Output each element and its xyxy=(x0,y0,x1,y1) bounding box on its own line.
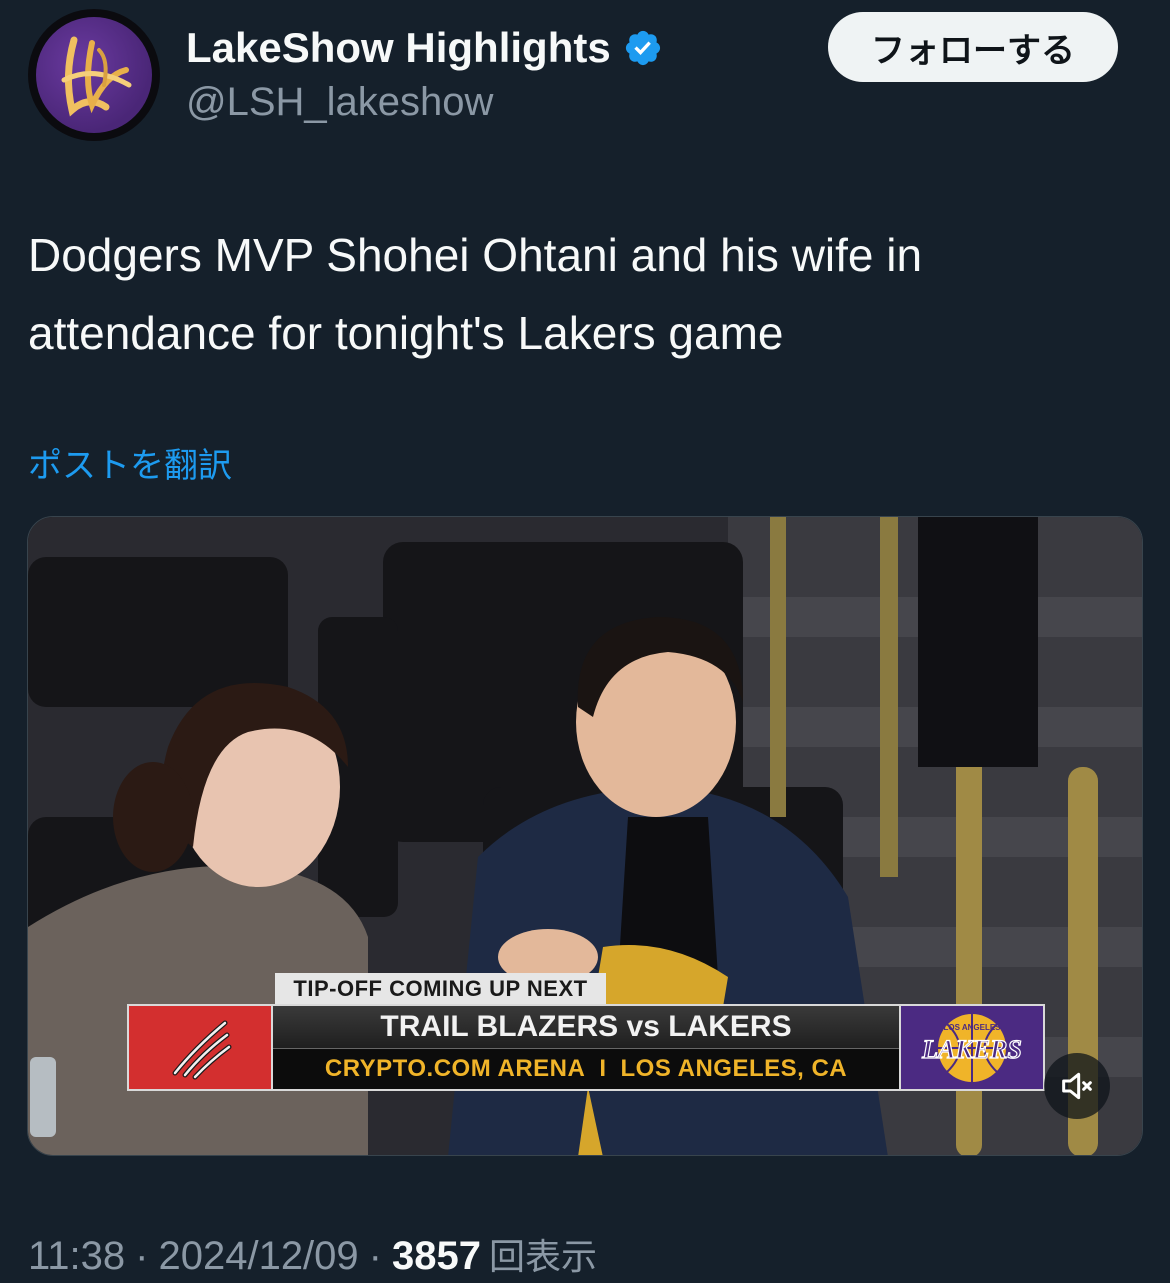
arena-location: LOS ANGELES, CA xyxy=(620,1055,848,1083)
post-date[interactable]: 2024/12/09 xyxy=(158,1234,358,1279)
user-handle[interactable]: @LSH_lakeshow xyxy=(186,80,493,125)
verified-badge-icon xyxy=(625,30,660,66)
arena-name: CRYPTO.COM ARENA xyxy=(324,1055,586,1083)
lakers-logo-icon: LOS ANGELES LAKERS xyxy=(899,1006,1043,1089)
tipoff-banner: TIP-OFF COMING UP NEXT xyxy=(275,973,606,1005)
speaker-muted-icon xyxy=(1062,1072,1092,1100)
blazers-logo-icon xyxy=(129,1006,273,1089)
matchup-center: TRAIL BLAZERS vs LAKERS CRYPTO.COM ARENA… xyxy=(273,1006,899,1089)
tweet-text: Dodgers MVP Shohei Ohtani and his wife i… xyxy=(28,229,923,359)
meta-separator: · xyxy=(368,1234,382,1278)
translate-post-link[interactable]: ポストを翻訳 xyxy=(28,438,232,487)
avatar[interactable] xyxy=(28,9,160,141)
matchup-title: TRAIL BLAZERS vs LAKERS xyxy=(273,1006,899,1050)
venue-line: CRYPTO.COM ARENA I LOS ANGELES, CA xyxy=(273,1049,899,1089)
video-player[interactable]: TIP-OFF COMING UP NEXT TRAIL BLAZERS vs … xyxy=(27,516,1143,1156)
mute-toggle-button[interactable] xyxy=(1044,1053,1110,1119)
matchup-graphic: TRAIL BLAZERS vs LAKERS CRYPTO.COM ARENA… xyxy=(127,1004,1045,1091)
lakeshow-logo-icon xyxy=(36,17,152,133)
lakers-logo-subtext: LOS ANGELES xyxy=(943,1023,1001,1032)
post-time[interactable]: 11:38 xyxy=(28,1234,125,1279)
display-name[interactable]: LakeShow Highlights xyxy=(186,24,663,72)
display-name-text[interactable]: LakeShow Highlights xyxy=(186,24,611,72)
meta-separator: · xyxy=(135,1234,149,1278)
views-label: 回表示 xyxy=(488,1236,597,1277)
follow-button[interactable]: フォローする xyxy=(828,12,1118,82)
views-count: 3857 xyxy=(392,1234,481,1278)
lakers-logo-text: LAKERS xyxy=(921,1035,1022,1064)
tweet-page: LakeShow Highlights @LSH_lakeshow フォローする… xyxy=(0,0,1170,1283)
post-meta: 11:38 · 2024/12/09 · 3857 回表示 xyxy=(28,1228,597,1280)
venue-divider: I xyxy=(599,1055,607,1083)
